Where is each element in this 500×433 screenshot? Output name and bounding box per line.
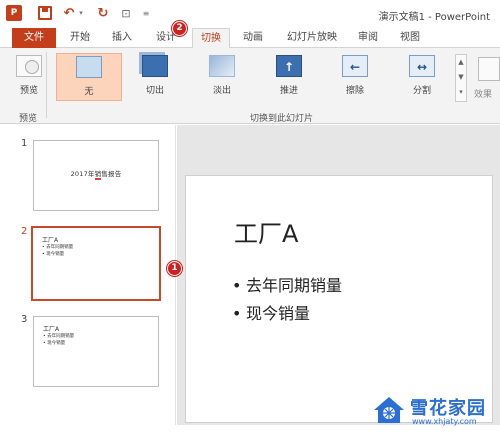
slide-number: 2 [21,226,28,237]
transition-label: 切出 [145,86,164,96]
group-divider [46,52,47,118]
transition-wipe-button[interactable]: ← 擦除 [332,53,378,101]
thumbnail-subtitle-mark [95,178,101,180]
effect-options-label: 效果 [474,90,493,100]
transition-label: 分割 [412,86,431,96]
effect-options-button[interactable]: 效果 [472,53,500,101]
wipe-transition-icon: ← [342,55,368,77]
window-title: 演示文稿1 - PowerPoint [378,12,490,23]
scroll-down-icon[interactable]: ▼ [456,70,466,85]
thumbnail-bullet: • 现今销量 [42,252,65,257]
push-transition-icon: ↑ [276,55,302,77]
thumbnail-bullet: • 去年同期销量 [43,334,75,339]
slide-thumbnail-3[interactable]: 工厂A • 去年同期销量 • 现今销量 [33,316,159,387]
preview-group-label: 预览 [19,114,38,124]
slide-number: 3 [21,314,28,325]
customize-toolbar-icon[interactable]: ≡ [142,5,150,21]
save-icon[interactable] [38,6,52,20]
thumbnail-bullet: • 去年同期销量 [42,245,74,250]
thumbnail-title: 工厂A [42,237,59,244]
slide-bullet[interactable]: • 现今销量 [232,300,310,324]
thumbnail-bullet: • 现今销量 [43,341,66,346]
gallery-more-icon[interactable]: ▾ [456,85,466,100]
transition-label: 淡出 [212,86,231,96]
watermark: 雪花家园 www.xhjaty.com [372,393,496,431]
effect-options-icon [478,57,500,81]
redo-icon[interactable]: ↻ [96,5,110,21]
tab-animations[interactable]: 动画 [237,28,269,48]
transition-none-button[interactable]: 无 [56,53,122,101]
transitions-group-label: 切换到此幻灯片 [250,114,314,124]
current-slide[interactable]: 工厂A • 去年同期销量 • 现今销量 [185,175,493,423]
tab-insert[interactable]: 插入 [106,28,138,48]
slide-title[interactable]: 工厂A [234,214,298,249]
slide-number: 1 [21,138,28,149]
ribbon-tabs: 文件 开始 插入 设计 切换 动画 幻灯片放映 审阅 视图 [0,28,500,49]
ribbon: 预览 预览 无 切出 淡出 ↑ 推进 ← 擦除 ↔ 分割 ▲ ▼ ▾ 效果 切换… [0,48,500,124]
watermark-url: www.xhjaty.com [412,417,477,426]
cut-transition-icon [142,55,168,77]
tab-slideshow[interactable]: 幻灯片放映 [281,28,343,48]
slide-thumbnail-1[interactable]: 2017年销售报告 [33,140,159,211]
tab-file[interactable]: 文件 [12,28,56,48]
scroll-up-icon[interactable]: ▲ [456,55,466,70]
tab-home[interactable]: 开始 [64,28,96,48]
transition-label: 推进 [279,86,298,96]
none-transition-icon [76,56,102,78]
thumbnail-title: 2017年销售报告 [70,170,122,178]
tab-view[interactable]: 视图 [394,28,426,48]
slide-bullet[interactable]: • 去年同期销量 [232,272,342,296]
slide-thumbnails-pane: 1 2017年销售报告 2 工厂A • 去年同期销量 • 现今销量 3 工厂A … [0,125,176,425]
annotation-badge-2: 2 [172,21,187,36]
undo-dropdown-icon[interactable]: ▾ [78,5,84,21]
transition-split-button[interactable]: ↔ 分割 [399,53,445,101]
transition-fade-button[interactable]: 淡出 [199,53,245,101]
slide-editor: 工厂A • 去年同期销量 • 现今销量 [177,125,500,425]
title-bar: P ↶ ▾ ↻ ⊡ ≡ 演示文稿1 - PowerPoint [0,0,500,28]
start-slideshow-icon[interactable]: ⊡ [118,5,134,21]
tab-transitions[interactable]: 切换 [192,28,230,49]
snowflake-house-logo-icon [374,397,404,423]
transition-label: 无 [84,87,94,97]
slide-thumbnail-2[interactable]: 工厂A • 去年同期销量 • 现今销量 [31,226,161,301]
transition-cut-button[interactable]: 切出 [132,53,178,101]
preview-icon [16,55,42,77]
tab-review[interactable]: 审阅 [352,28,384,48]
transition-label: 擦除 [345,86,364,96]
powerpoint-logo-icon: P [6,5,22,21]
fade-transition-icon [209,55,235,77]
annotation-badge-1: 1 [167,261,182,276]
split-transition-icon: ↔ [409,55,435,77]
undo-icon[interactable]: ↶ [62,5,76,21]
transition-push-button[interactable]: ↑ 推进 [266,53,312,101]
gallery-scrollbar[interactable]: ▲ ▼ ▾ [455,54,467,102]
thumbnail-title: 工厂A [43,326,60,333]
